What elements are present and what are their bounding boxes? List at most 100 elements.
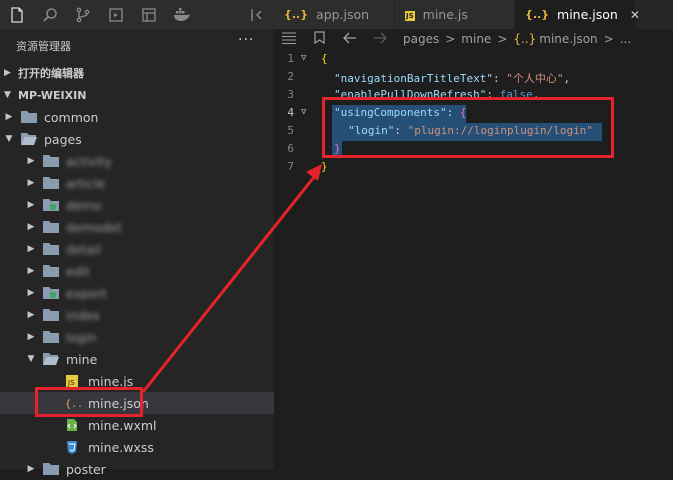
file-item[interactable]: mine.wxml <box>0 414 274 436</box>
forward-arrow-icon[interactable] <box>373 32 387 47</box>
folder-icon <box>43 286 59 300</box>
file-item[interactable]: mine.wxss <box>0 436 274 458</box>
tree-item-label: pages <box>44 131 82 147</box>
close-icon[interactable]: ✕ <box>630 8 640 22</box>
debug-icon[interactable] <box>99 0 132 29</box>
line-number: 7 <box>287 160 294 173</box>
line-number: 6 <box>287 142 294 155</box>
search-icon[interactable] <box>33 0 66 29</box>
tree-item-label: detail <box>66 241 102 257</box>
explorer-title: 资源管理器 <box>16 40 71 53</box>
folder-icon <box>43 154 59 168</box>
annotation-box-code <box>322 97 614 158</box>
fold-chevron-icon[interactable]: ▽ <box>301 107 306 117</box>
folder-icon <box>43 330 59 344</box>
tab-label: mine.json <box>557 7 618 22</box>
crumb-more[interactable]: ... <box>620 32 631 46</box>
line-number: 2 <box>287 70 294 83</box>
folder-open-icon <box>21 132 37 146</box>
tree-item-label: activity <box>66 153 113 169</box>
folder-item[interactable]: ▶ detail <box>0 238 274 260</box>
chevron-right-icon: ▶ <box>27 156 35 166</box>
back-arrow-icon[interactable] <box>343 32 357 47</box>
activity-bar <box>0 0 274 29</box>
tree-item-label: mine.wxml <box>88 417 157 433</box>
folder-item[interactable]: ▶ demo <box>0 194 274 216</box>
json-file-icon: {..} <box>284 8 309 21</box>
json-file-icon: {..} <box>525 8 550 21</box>
chevron-right-icon: ▶ <box>27 200 35 210</box>
folder-item[interactable]: ▶ login <box>0 326 274 348</box>
editor-tab-bar: {..} app.json JS mine.js {..} mine.json … <box>274 0 673 29</box>
tree-item-label: edit <box>66 263 90 279</box>
folder-icon <box>43 242 59 256</box>
project-section[interactable]: ▼ MP-WEIXIN <box>0 84 274 106</box>
chevron-down-icon: ▼ <box>27 354 35 364</box>
breadcrumb: pages > mine > {..} mine.json > ... <box>274 29 673 49</box>
source-control-icon[interactable] <box>66 0 99 29</box>
folder-item[interactable]: ▼ pages <box>0 128 274 150</box>
crumb-pages[interactable]: pages <box>403 32 439 46</box>
code-line-2: "navigationBarTitleText": "个人中心", <box>334 72 571 85</box>
tab-label: mine.js <box>422 7 468 22</box>
tree-item-label: common <box>44 109 99 125</box>
open-editors-section[interactable]: ▶ 打开的编辑器 <box>0 62 274 84</box>
list-icon[interactable] <box>282 31 296 47</box>
extensions-icon[interactable] <box>132 0 165 29</box>
line-number: 1 <box>287 52 294 65</box>
folder-item[interactable]: ▶ demodet <box>0 216 274 238</box>
crumb-separator: > <box>445 32 456 46</box>
folder-item[interactable]: ▶ export <box>0 282 274 304</box>
crumb-mine-json[interactable]: mine.json <box>539 32 597 46</box>
folder-item[interactable]: ▶ activity <box>0 150 274 172</box>
crumb-mine[interactable]: mine <box>461 32 491 46</box>
chevron-right-icon: ▶ <box>27 310 35 320</box>
chevron-down-icon: ▼ <box>4 90 11 100</box>
files-icon[interactable] <box>0 0 33 29</box>
wxss-file-icon <box>65 440 81 454</box>
folder-icon <box>21 110 37 124</box>
folder-item[interactable]: ▶ edit <box>0 260 274 282</box>
folder-item[interactable]: ▶ common <box>0 106 274 128</box>
folder-item[interactable]: ▶ article <box>0 172 274 194</box>
js-file-icon: JS <box>405 11 415 21</box>
tree-item-label: login <box>66 329 97 345</box>
js-file-icon: JS <box>65 374 81 388</box>
chevron-right-icon: ▶ <box>27 266 35 276</box>
folder-item[interactable]: ▶ poster <box>0 458 274 480</box>
code-line-1: { <box>321 52 328 65</box>
chevron-right-icon: ▶ <box>27 464 35 474</box>
folder-icon <box>43 264 59 278</box>
json-file-icon: {..} <box>513 32 537 46</box>
tree-item-label: article <box>66 175 106 191</box>
crumb-separator: > <box>497 32 508 46</box>
chevron-right-icon: ▶ <box>4 68 11 78</box>
tree-item-label: demo <box>66 197 102 213</box>
folder-item[interactable]: ▼ mine <box>0 348 274 370</box>
docker-icon[interactable] <box>165 0 198 29</box>
tab-mine-json[interactable]: {..} mine.json ✕ <box>515 0 640 29</box>
chevron-right-icon: ▶ <box>27 222 35 232</box>
tab-app-json[interactable]: {..} app.json <box>274 0 395 29</box>
tree-item-label: index <box>66 307 101 323</box>
chevron-right-icon: ▶ <box>27 288 35 298</box>
folder-icon <box>43 198 59 212</box>
open-editors-label: 打开的编辑器 <box>18 67 84 80</box>
svg-text:JS: JS <box>67 379 75 387</box>
tab-mine-js[interactable]: JS mine.js <box>395 0 515 29</box>
collapse-panel-icon[interactable] <box>241 0 274 29</box>
folder-icon <box>43 220 59 234</box>
tree-item-label: export <box>66 285 107 301</box>
chevron-right-icon: ▶ <box>5 112 13 122</box>
bookmark-icon[interactable] <box>314 31 325 47</box>
wxml-file-icon <box>65 418 81 432</box>
folder-icon <box>43 308 59 322</box>
tab-label: app.json <box>316 7 370 22</box>
chevron-down-icon: ▼ <box>5 134 13 144</box>
line-number: 3 <box>287 88 294 101</box>
code-line-7: } <box>321 160 328 173</box>
folder-item[interactable]: ▶ index <box>0 304 274 326</box>
fold-chevron-icon[interactable]: ▽ <box>301 53 306 63</box>
more-actions-button[interactable]: ··· <box>238 32 254 48</box>
tree-item-label: demodet <box>66 219 122 235</box>
